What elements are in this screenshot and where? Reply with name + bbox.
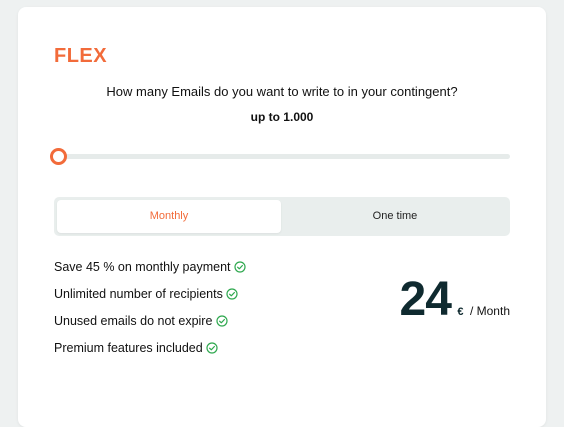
check-circle-icon xyxy=(216,315,228,327)
feature-list: Save 45 % on monthly payment Unlimited n… xyxy=(54,258,246,366)
feature-label: Save 45 % on monthly payment xyxy=(54,260,231,274)
contingent-question: How many Emails do you want to write to … xyxy=(106,84,458,99)
tab-monthly[interactable]: Monthly xyxy=(57,200,281,233)
feature-item: Unlimited number of recipients xyxy=(54,285,246,312)
price-period: / Month xyxy=(469,304,510,318)
feature-item: Save 45 % on monthly payment xyxy=(54,258,246,285)
check-circle-icon xyxy=(226,288,238,300)
contingent-slider[interactable] xyxy=(50,148,510,165)
tab-one-time[interactable]: One time xyxy=(283,200,507,233)
contingent-amount: up to 1.000 xyxy=(250,110,314,124)
slider-handle[interactable] xyxy=(50,148,67,165)
feature-label: Unlimited number of recipients xyxy=(54,287,223,301)
pricing-card: FLEX How many Emails do you want to writ… xyxy=(18,7,546,427)
plan-title: FLEX xyxy=(54,45,108,67)
feature-item: Premium features included xyxy=(54,339,246,366)
check-circle-icon xyxy=(206,342,218,354)
check-circle-icon xyxy=(234,261,246,273)
price-amount: 24 xyxy=(399,273,452,326)
price-display: 24 € / Month xyxy=(400,272,510,332)
feature-item: Unused emails do not expire xyxy=(54,312,246,339)
feature-label: Unused emails do not expire xyxy=(54,314,213,328)
billing-toggle: Monthly One time xyxy=(54,197,510,236)
price-currency: € xyxy=(457,306,464,318)
feature-label: Premium features included xyxy=(54,341,203,355)
